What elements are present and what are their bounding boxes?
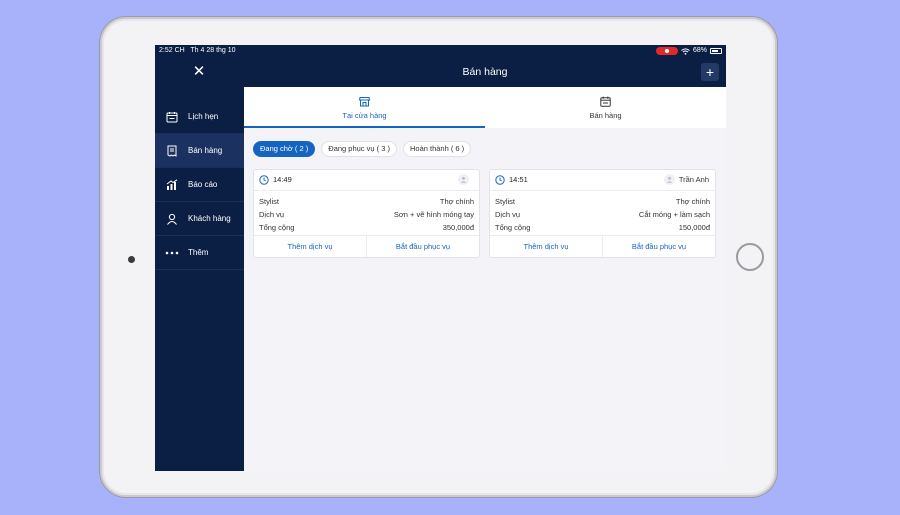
row-label: Dịch vụ: [259, 210, 285, 219]
row-label: Stylist: [495, 197, 516, 206]
clock-icon: [495, 175, 505, 185]
start-service-button[interactable]: Bắt đầu phục vụ: [602, 236, 715, 257]
wifi-icon: [681, 47, 690, 55]
screen-record-icon: [655, 47, 678, 55]
status-time: 2:52 CH: [159, 47, 185, 54]
sidebar: ✕ Lịch hẹn Bán hàng Báo cáo Khách hàng T…: [155, 57, 244, 471]
order-staff: Trần Anh: [663, 174, 709, 185]
sidebar-item-appointments[interactable]: Lịch hẹn: [155, 100, 244, 134]
start-service-button[interactable]: Bắt đầu phục vụ: [366, 236, 479, 257]
tab-bar: Tại cửa hàng Bán hàng: [244, 87, 726, 128]
battery-percent: 68%: [692, 47, 707, 54]
user-icon: [165, 212, 179, 226]
sidebar-item-label: Lịch hẹn: [188, 112, 219, 121]
sidebar-item-reports[interactable]: Báo cáo: [155, 168, 244, 202]
filter-completed[interactable]: Hoàn thành ( 6 ): [402, 141, 472, 157]
close-icon[interactable]: ✕: [191, 64, 207, 80]
order-row: Tổng cộng 150,000đ: [495, 223, 710, 232]
order-actions: Thêm dịch vụ Bắt đầu phục vụ: [490, 235, 715, 257]
status-filter-group: Đang chờ ( 2 ) Đang phục vụ ( 3 ) Hoàn t…: [253, 141, 472, 157]
battery-icon: [710, 48, 722, 54]
row-label: Tổng cộng: [259, 223, 295, 232]
calendar-icon: [600, 94, 611, 107]
sidebar-item-sales[interactable]: Bán hàng: [155, 134, 244, 168]
avatar-icon: [663, 174, 675, 185]
tab-label: Bán hàng: [589, 111, 622, 120]
top-bar: Bán hàng +: [244, 57, 726, 87]
filter-waiting[interactable]: Đang chờ ( 2 ): [253, 141, 316, 157]
row-label: Dịch vụ: [495, 210, 521, 219]
status-bar: 2:52 CH Th 4 28 thg 10 68%: [155, 45, 726, 57]
row-value: 150,000đ: [678, 223, 710, 232]
order-row: Stylist Thợ chính: [259, 197, 474, 206]
tab-sales[interactable]: Bán hàng: [485, 87, 726, 128]
filter-serving[interactable]: Đang phục vụ ( 3 ): [321, 141, 397, 157]
sidebar-item-label: Bán hàng: [188, 146, 223, 155]
sidebar-item-label: Thêm: [188, 248, 209, 257]
order-card-header: 14:51 Trần Anh: [490, 170, 715, 191]
add-service-button[interactable]: Thêm dịch vụ: [254, 236, 366, 257]
calendar-icon: [165, 110, 179, 124]
tab-label: Tại cửa hàng: [342, 111, 387, 120]
clock-icon: [259, 175, 269, 185]
order-row: Stylist Thợ chính: [495, 197, 710, 206]
row-label: Tổng cộng: [495, 223, 531, 232]
order-card[interactable]: 14:49 Stylist Thợ chính Dịch vụ Sơn + vẽ h…: [253, 169, 480, 258]
order-time: 14:51: [509, 175, 528, 184]
add-button[interactable]: +: [701, 63, 719, 81]
row-value: 350,000đ: [442, 223, 474, 232]
more-icon: [165, 246, 179, 260]
row-label: Stylist: [259, 197, 280, 206]
status-date: Th 4 28 thg 10: [190, 47, 236, 54]
sidebar-item-customers[interactable]: Khách hàng: [155, 202, 244, 236]
staff-name: Trần Anh: [678, 175, 709, 184]
order-staff: [458, 174, 473, 185]
row-value: Cắt móng + làm sạch: [638, 210, 710, 219]
add-service-button[interactable]: Thêm dịch vụ: [490, 236, 602, 257]
order-card-header: 14:49: [254, 170, 479, 191]
avatar-icon: [458, 174, 469, 185]
order-card[interactable]: 14:51 Trần Anh Stylist Thợ chính Dịch vụ C…: [489, 169, 716, 258]
page-title: Bán hàng: [462, 66, 508, 78]
receipt-icon: [165, 144, 179, 158]
order-time: 14:49: [273, 175, 292, 184]
bar-chart-icon: [165, 178, 179, 192]
order-row: Dịch vụ Sơn + vẽ hình móng tay: [259, 210, 474, 219]
front-camera: [128, 256, 135, 263]
row-value: Thợ chính: [675, 197, 710, 206]
sidebar-item-label: Khách hàng: [188, 214, 231, 223]
sidebar-item-label: Báo cáo: [188, 180, 218, 189]
home-button[interactable]: [736, 243, 764, 271]
order-row: Dịch vụ Cắt móng + làm sạch: [495, 210, 710, 219]
order-actions: Thêm dịch vụ Bắt đầu phục vụ: [254, 235, 479, 257]
store-icon: [358, 94, 371, 107]
row-value: Sơn + vẽ hình móng tay: [393, 210, 474, 219]
tab-in-store[interactable]: Tại cửa hàng: [244, 87, 485, 128]
tablet-frame: 2:52 CH Th 4 28 thg 10 68% ✕ Lịch hẹn Bá…: [100, 17, 777, 497]
order-row: Tổng cộng 350,000đ: [259, 223, 474, 232]
row-value: Thợ chính: [439, 197, 474, 206]
sidebar-item-more[interactable]: Thêm: [155, 236, 244, 270]
app-screen: 2:52 CH Th 4 28 thg 10 68% ✕ Lịch hẹn Bá…: [155, 45, 726, 471]
